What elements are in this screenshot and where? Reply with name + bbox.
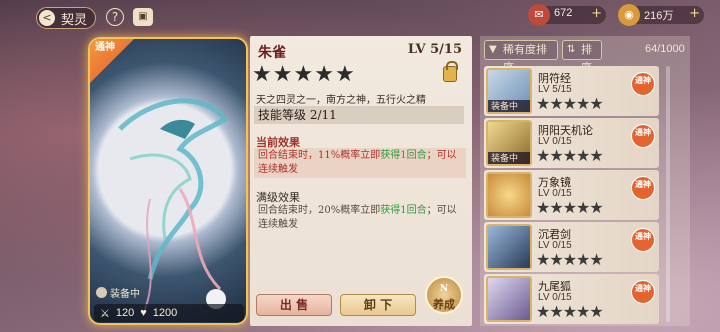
chat-icon[interactable]: ▣	[133, 8, 153, 26]
nurture-icon: N	[439, 284, 449, 294]
current-effect-text: 回合结束时，11%概率立即获得1回合；可以连续触发	[254, 148, 466, 178]
sort-rarity-button[interactable]: ▼稀有度排序	[484, 40, 558, 74]
gold-coin-icon: ◉	[618, 4, 640, 26]
sort-order-button[interactable]: ⇅排序	[562, 40, 602, 74]
contract-card[interactable]: 通神 装备中 ⚔ 120 ♥ 1200	[88, 37, 248, 325]
rarity-badge-label: 通神	[95, 42, 115, 53]
item-thumbnail: 装备中	[486, 68, 532, 114]
star-icon: ★	[334, 62, 355, 87]
lock-icon[interactable]	[443, 61, 458, 82]
card-stats: ⚔ 120 ♥ 1200	[94, 304, 244, 322]
item-thumbnail: 装备中	[486, 120, 532, 166]
ticket-plus-button[interactable]: +	[591, 6, 602, 21]
help-button[interactable]: ?	[106, 8, 124, 26]
star-icon: ★	[293, 62, 314, 87]
skill-level: 技能等级 2/11	[254, 106, 464, 124]
max-effect-text: 回合结束时，20%概率立即获得1回合；可以连续触发	[254, 204, 466, 232]
max-effect-highlight: 获得1回合	[380, 205, 427, 216]
item-stars: ★★★★★	[536, 146, 604, 165]
max-effect-title: 满级效果	[256, 191, 300, 204]
resource-ticket: ✉ 672 +	[528, 4, 606, 26]
list-item[interactable]: 沉君剑 LV 0/15 ★★★★★ 通神	[484, 222, 659, 272]
max-effect-pre: 回合结束时，20%概率立即	[258, 205, 381, 216]
item-thumbnail	[486, 276, 532, 322]
card-equipped-status: 装备中	[96, 285, 140, 300]
list-item[interactable]: 九尾狐 LV 0/15 ★★★★★ 通神	[484, 274, 659, 324]
item-rarity-badge: 通神	[631, 124, 655, 148]
ticket-value: 672	[554, 7, 573, 19]
resource-gold: ◉ 216万 +	[618, 4, 704, 26]
list-scrollbar[interactable]	[666, 66, 670, 322]
item-stars: ★★★★★	[536, 302, 604, 321]
nurture-label: 养成	[433, 298, 455, 311]
gold-value: 216万	[644, 10, 674, 22]
nurture-button[interactable]: N 养成	[425, 276, 463, 314]
inventory-count: 64/1000	[645, 43, 685, 55]
list-item[interactable]: 装备中 阴符经 LV 5/15 ★★★★★ 通神	[484, 66, 659, 116]
list-item[interactable]: 万象镜 LV 0/15 ★★★★★ 通神	[484, 170, 659, 220]
sort-order-icon: ⇅	[567, 44, 576, 55]
star-icon: ★	[252, 62, 272, 87]
list-item[interactable]: 装备中 阴阳天机论 LV 0/15 ★★★★★ 通神	[484, 118, 659, 168]
item-thumbnail	[486, 172, 532, 218]
contract-description: 天之四灵之一，南方之神，五行火之精	[256, 95, 426, 106]
star-rating: ★ ★ ★ ★ ★	[252, 64, 355, 86]
item-rarity-badge: 通神	[631, 280, 655, 304]
back-label: 契灵	[61, 13, 88, 28]
gold-plus-button[interactable]: +	[689, 6, 700, 21]
vermilion-bird-artwork	[118, 98, 229, 310]
item-stars: ★★★★★	[536, 198, 604, 217]
back-arrow-icon: <	[39, 10, 55, 26]
item-equipped-label: 装备中	[488, 152, 530, 164]
top-bar: < 契灵 ? ▣ ✉ 672 + ◉ 216万 +	[0, 0, 720, 34]
current-effect-pre: 回合结束时，11%概率立即	[258, 150, 381, 161]
item-rarity-badge: 通神	[631, 176, 655, 200]
item-rarity-badge: 通神	[631, 228, 655, 252]
item-equipped-label: 装备中	[488, 100, 530, 112]
item-stars: ★★★★★	[536, 94, 604, 113]
attack-icon: ⚔	[100, 307, 110, 320]
contract-level: LV 5/15	[407, 42, 462, 57]
back-button[interactable]: < 契灵	[36, 7, 96, 29]
funnel-icon: ▼	[489, 44, 497, 55]
health-value: 1200	[152, 307, 178, 319]
equipped-icon	[96, 286, 107, 298]
item-stars: ★★★★★	[536, 250, 604, 269]
item-rarity-badge: 通神	[631, 72, 655, 96]
contract-name: 朱雀	[258, 45, 286, 61]
attack-value: 120	[115, 307, 135, 319]
star-icon: ★	[314, 62, 334, 87]
card-equipped-label: 装备中	[110, 288, 140, 300]
health-icon: ♥	[140, 307, 147, 319]
ticket-icon: ✉	[528, 4, 550, 26]
contract-list: ▼稀有度排序 ⇅排序 64/1000 装备中 阴符经 LV 5/15 ★★★★★…	[480, 36, 690, 326]
item-thumbnail	[486, 224, 532, 270]
current-effect-highlight: 获得1回合	[380, 150, 427, 161]
star-icon: ★	[272, 62, 293, 87]
sell-button[interactable]: 出 售	[256, 294, 332, 316]
unequip-button[interactable]: 卸 下	[340, 294, 416, 316]
